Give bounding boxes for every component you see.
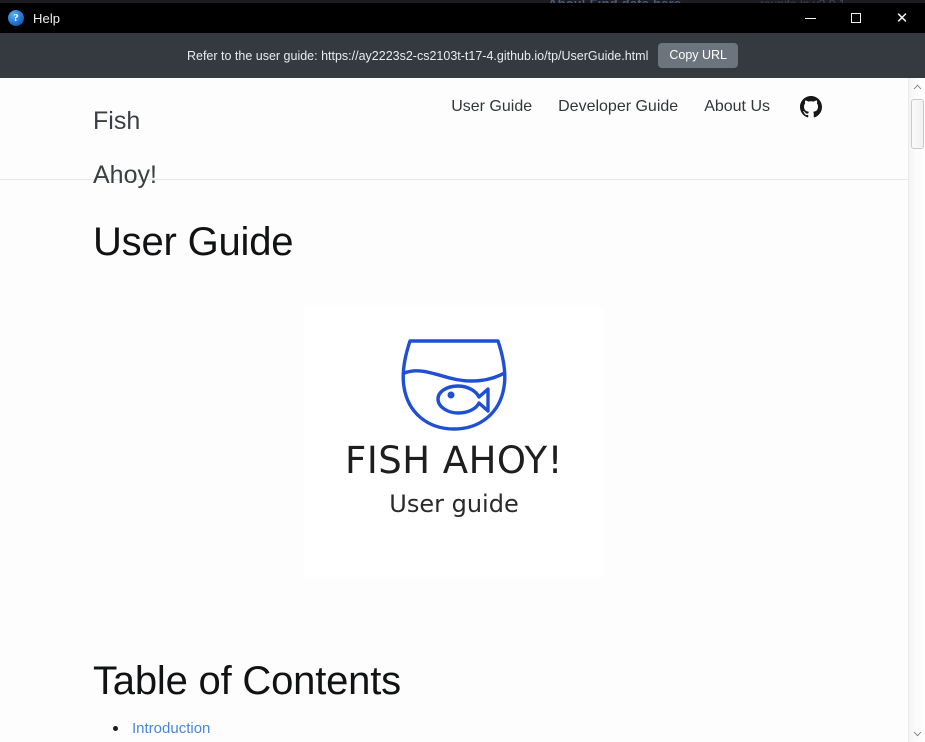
logo-subtitle: User guide xyxy=(389,489,519,518)
scroll-up-arrow[interactable] xyxy=(909,78,925,95)
window-title: Help xyxy=(33,10,61,26)
toc-link-introduction[interactable]: Introduction xyxy=(132,720,210,737)
close-button[interactable]: ✕ xyxy=(879,3,925,33)
page-area: Fish Ahoy! User Guide Developer Guide Ab… xyxy=(0,78,925,742)
maximize-icon xyxy=(851,13,861,23)
nav-about-us[interactable]: About Us xyxy=(704,98,770,116)
page-content: User Guide FISH AHOY! User guide Table o… xyxy=(0,220,908,742)
site-header: Fish Ahoy! User Guide Developer Guide Ab… xyxy=(0,78,908,189)
scroll-thumb[interactable] xyxy=(911,99,924,149)
nav-user-guide[interactable]: User Guide xyxy=(451,98,532,116)
copy-url-button[interactable]: Copy URL xyxy=(658,43,739,68)
user-guide-url-banner: Refer to the user guide: https://ay2223s… xyxy=(0,33,925,78)
window-controls: ✕ xyxy=(787,3,925,33)
window-title-bar[interactable]: ? Help ✕ xyxy=(0,3,925,33)
table-of-contents-list: Introduction Quickstart xyxy=(110,720,908,742)
help-question-icon: ? xyxy=(8,10,24,26)
table-of-contents-heading: Table of Contents xyxy=(93,659,401,703)
site-brand-line-2: Ahoy! xyxy=(93,161,157,189)
scrollbar-track[interactable] xyxy=(909,95,925,725)
minimize-button[interactable] xyxy=(787,3,833,33)
list-item: Introduction xyxy=(110,720,908,737)
scroll-down-arrow[interactable] xyxy=(909,725,925,742)
site-brand-line-1: Fish xyxy=(93,107,141,135)
fishbowl-icon xyxy=(401,339,507,431)
site-brand[interactable]: Fish Ahoy! xyxy=(93,94,213,202)
logo-title: FISH AHOY! xyxy=(345,439,563,482)
github-icon[interactable] xyxy=(800,96,822,118)
page-title: User Guide xyxy=(93,220,294,264)
site-navigation: User Guide Developer Guide About Us xyxy=(451,96,822,118)
page-scroll-viewport: Fish Ahoy! User Guide Developer Guide Ab… xyxy=(0,78,908,742)
close-icon: ✕ xyxy=(895,8,909,27)
nav-developer-guide[interactable]: Developer Guide xyxy=(558,98,678,116)
help-window: ? Help ✕ Refer to the user guide: https:… xyxy=(0,3,925,742)
vertical-scrollbar[interactable] xyxy=(908,78,925,742)
user-guide-url-text: Refer to the user guide: https://ay2223s… xyxy=(186,48,649,63)
maximize-button[interactable] xyxy=(833,3,879,33)
minimize-icon xyxy=(804,17,816,19)
fish-ahoy-logo-image: FISH AHOY! User guide xyxy=(304,309,604,577)
